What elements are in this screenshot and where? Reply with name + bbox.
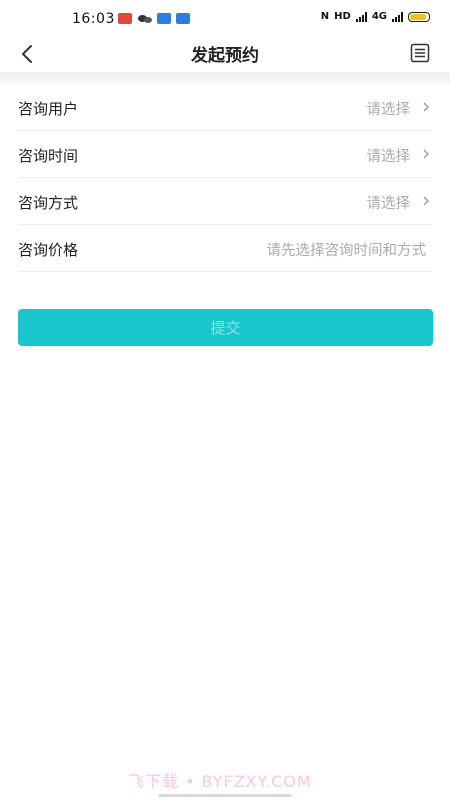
form-row-price: 咨询价格 请先选择咨询时间和方式 [18,225,432,272]
battery-icon [408,11,430,22]
form-row-user[interactable]: 咨询用户 请选择 [18,84,432,131]
row-placeholder: 请选择 [366,149,411,165]
signal-icon [355,11,367,22]
row-label: 咨询时间 [18,147,79,165]
watermark: 飞下载 • BYFZXY.COM [128,772,312,791]
status-indicators: N HD 4G [321,11,430,22]
list-icon[interactable] [410,43,430,63]
nfc-icon: N [320,11,330,22]
hd-label: HD [334,11,351,22]
home-indicator[interactable] [158,794,292,797]
row-placeholder: 请选择 [366,102,411,118]
message-app-icon [157,13,171,24]
row-placeholder: 请先选择咨询时间和方式 [266,243,427,259]
submit-button[interactable]: 提交 [18,309,433,346]
cloud-app-icon [176,13,190,24]
form-row-method[interactable]: 咨询方式 请选择 [18,178,432,225]
row-placeholder: 请选择 [366,196,411,212]
status-time: 16:03 [72,11,115,27]
status-bar: 16:03 N HD 4G [0,0,450,38]
wechat-icon [138,13,152,24]
network-type-label: 4G [371,11,387,22]
chevron-right-icon [423,102,429,112]
notification-app-icon [118,13,132,24]
row-label: 咨询用户 [18,100,79,118]
page-title: 发起预约 [191,46,259,66]
form-row-time[interactable]: 咨询时间 请选择 [18,131,432,178]
chevron-right-icon [423,196,429,206]
row-label: 咨询价格 [18,241,79,259]
row-label: 咨询方式 [18,194,79,212]
signal-icon-2 [392,11,403,22]
appointment-form: 咨询用户 请选择 咨询时间 请选择 咨询方式 请选择 咨询价格 请先选择咨询时间… [0,84,450,272]
nav-bar: 发起预约 [0,38,450,72]
chevron-right-icon [423,149,429,159]
header-divider [0,72,450,84]
